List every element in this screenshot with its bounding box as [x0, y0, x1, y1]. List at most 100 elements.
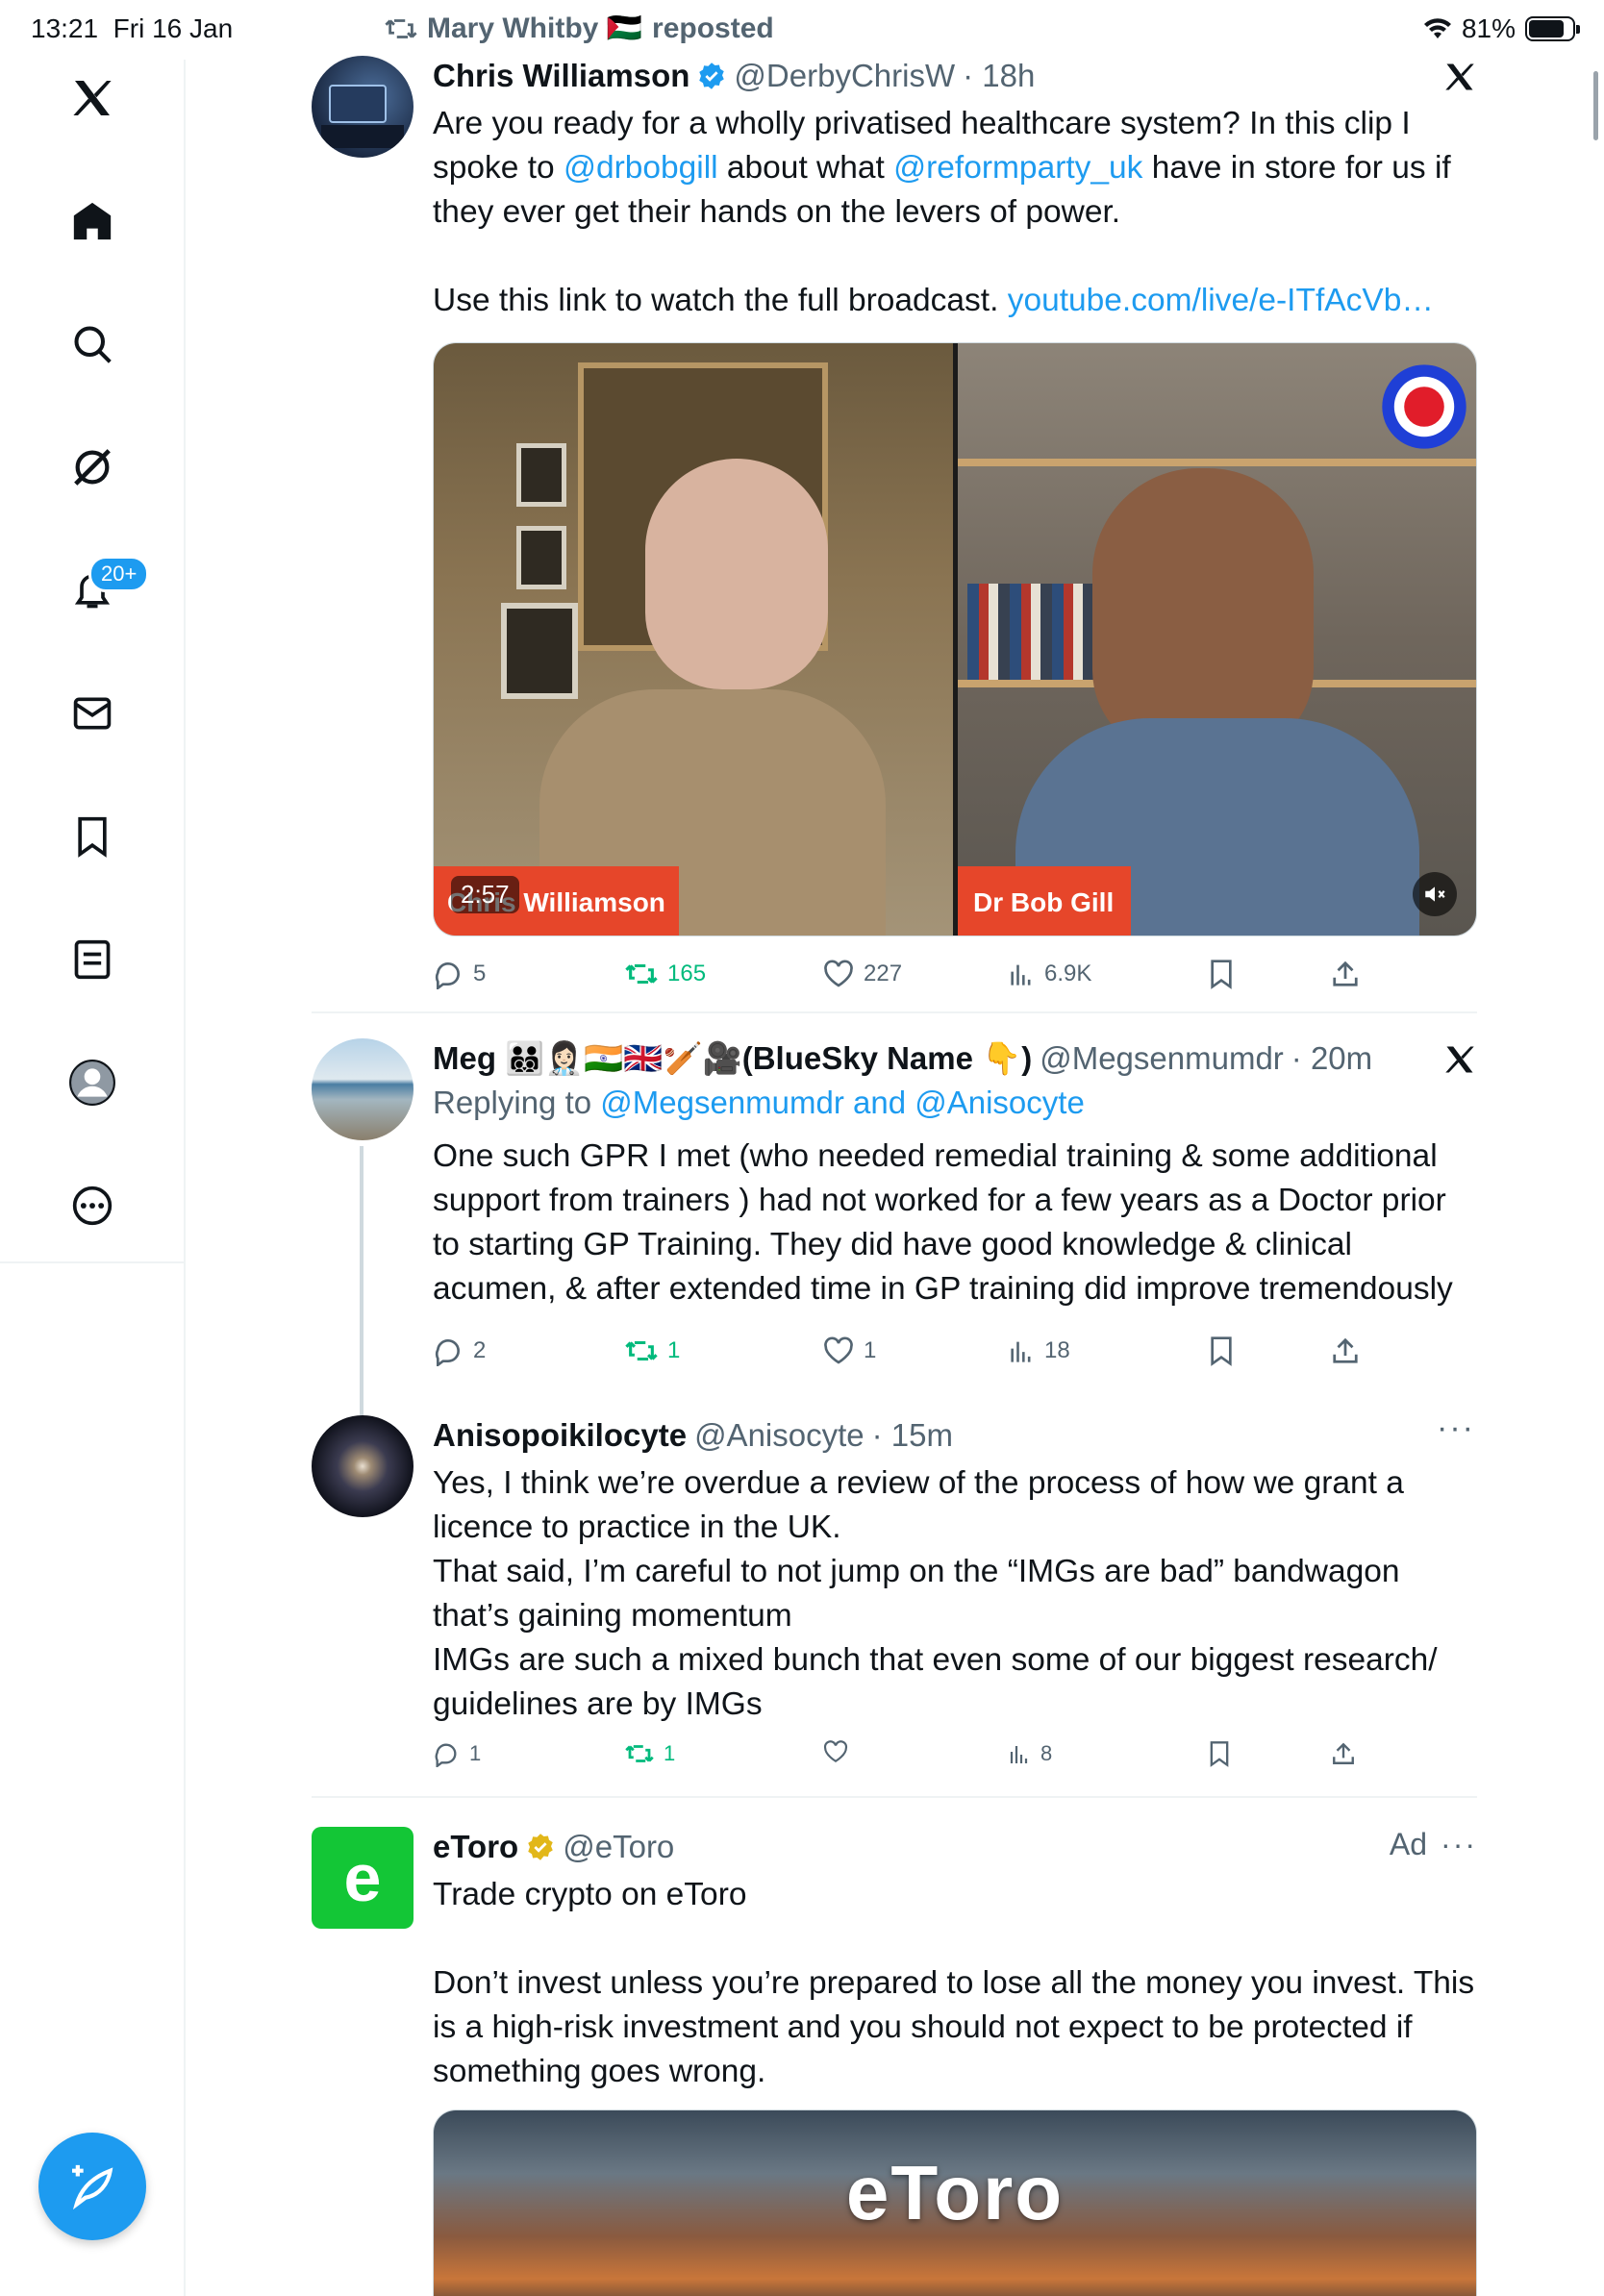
repost-icon: [625, 1340, 658, 1361]
more-options-icon[interactable]: ···: [1441, 1827, 1477, 1862]
tweet-time[interactable]: · 15m: [872, 1415, 953, 1456]
repost-user[interactable]: Mary Whitby 🇵🇸: [427, 12, 642, 45]
lists-icon[interactable]: [54, 921, 131, 998]
x-logo-icon[interactable]: [54, 60, 131, 137]
profile-icon[interactable]: [54, 1044, 131, 1121]
like-button[interactable]: 227: [823, 960, 902, 988]
more-icon[interactable]: [54, 1167, 131, 1244]
author-name[interactable]: Meg 🧑‍🧑‍🧒‍🧒👩🏻‍⚕️🇮🇳🇬🇧🏏🎥(BlueSky Name 👇): [433, 1038, 1032, 1079]
bookmark-button[interactable]: [1208, 1335, 1235, 1366]
muted-speaker-icon: [1425, 886, 1445, 902]
heart-icon: [823, 1740, 848, 1763]
author-name[interactable]: eToro: [433, 1827, 518, 1867]
author-handle[interactable]: @DerbyChrisW: [734, 56, 955, 96]
heart-icon: [824, 1336, 853, 1364]
reply-button[interactable]: 5: [433, 959, 486, 989]
bookmark-button[interactable]: [1208, 1740, 1231, 1767]
repost-button[interactable]: 1: [625, 1336, 680, 1365]
like-button[interactable]: 1: [823, 1336, 876, 1365]
views-chart-icon: [1011, 964, 1031, 986]
tweet-etoro-ad[interactable]: e eToro @eToro Ad ··· Trade crypto on eT…: [312, 1827, 1477, 2296]
ad-label: Ad: [1389, 1827, 1428, 1861]
replying-to-handles[interactable]: @Megsenmumdr and @Anisocyte: [600, 1085, 1085, 1120]
messages-icon[interactable]: [54, 675, 131, 752]
avatar[interactable]: [312, 56, 414, 158]
reply-icon: [435, 961, 460, 989]
battery-icon: [1525, 16, 1580, 41]
tweet-meg[interactable]: Meg 🧑‍🧑‍🧒‍🧒👩🏻‍⚕️🇮🇳🇬🇧🏏🎥(BlueSky Name 👇) @…: [312, 1038, 1477, 1390]
tweet-actions: 5 165 227 6.9K: [433, 950, 1477, 998]
tweet-time[interactable]: · 18h: [963, 56, 1035, 96]
bookmark-icon: [1211, 960, 1232, 989]
repost-button[interactable]: 165: [625, 960, 706, 988]
etoro-logo-icon: e: [343, 1840, 382, 1915]
author-handle[interactable]: @Megsenmumdr: [1040, 1038, 1284, 1079]
tweet-time[interactable]: · 20m: [1291, 1038, 1372, 1079]
youtube-link[interactable]: youtube.com/live/e-ITfAcVb…: [1008, 283, 1434, 318]
tweet-header: eToro @eToro: [433, 1827, 1477, 1867]
status-bar: 13:21 Fri 16 Jan 81%: [0, 0, 1604, 60]
more-options-icon[interactable]: ···: [1437, 1410, 1475, 1447]
views-button[interactable]: 18: [1008, 1337, 1070, 1364]
sidebar-divider: [0, 1261, 186, 1263]
wifi-icon: [1423, 18, 1451, 38]
repost-icon: [625, 963, 658, 985]
author-handle[interactable]: @Anisocyte: [694, 1415, 865, 1456]
tweet-text: One such GPR I met (who needed remedial …: [433, 1138, 1453, 1307]
mention-drbobgill[interactable]: @drbobgill: [564, 150, 718, 186]
bookmark-icon: [1211, 1336, 1232, 1366]
author-name[interactable]: Chris Williamson: [433, 56, 689, 96]
avatar[interactable]: [312, 1415, 414, 1517]
author-handle[interactable]: @eToro: [563, 1827, 674, 1867]
like-button[interactable]: [823, 1740, 848, 1763]
share-icon: [1333, 1337, 1358, 1363]
reply-icon: [435, 1338, 460, 1366]
video-player[interactable]: Chris Williamson 2:57 Dr Bob Gill: [433, 342, 1477, 936]
video-left-panel: Chris Williamson 2:57: [434, 343, 953, 936]
repost-button[interactable]: 1: [625, 1741, 675, 1766]
broadcast-logo-icon: [1382, 364, 1466, 449]
share-button[interactable]: [1331, 1336, 1360, 1365]
ad-image-logo: eToro: [845, 2150, 1065, 2235]
author-name[interactable]: Anisopoikilocyte: [433, 1415, 687, 1456]
repost-banner: Mary Whitby 🇵🇸 reposted: [385, 12, 774, 45]
x-logo-icon: [1445, 1046, 1474, 1073]
share-button[interactable]: [1331, 1741, 1356, 1766]
ad-image[interactable]: eToro: [433, 2109, 1477, 2296]
mention-reformparty[interactable]: @reformparty_uk: [893, 150, 1142, 186]
tweet-text: Are you ready for a wholly privatised he…: [433, 106, 1451, 318]
status-time: 13:21 Fri 16 Jan: [31, 13, 234, 43]
tweet-header: Meg 🧑‍🧑‍🧒‍🧒👩🏻‍⚕️🇮🇳🇬🇧🏏🎥(BlueSky Name 👇) @…: [433, 1038, 1477, 1079]
compose-feather-icon: [72, 2164, 113, 2210]
verified-gold-badge-icon: [528, 1834, 553, 1860]
repost-label: reposted: [652, 12, 774, 44]
video-right-panel: Dr Bob Gill: [958, 343, 1476, 936]
notifications-badge: 20+: [88, 556, 150, 592]
avatar[interactable]: e: [312, 1827, 414, 1929]
views-button[interactable]: 8: [1008, 1741, 1052, 1766]
bookmark-icon: [1210, 1741, 1229, 1767]
sidebar: 20+: [0, 60, 186, 2296]
tweet-text: Yes, I think we’re overdue a review of t…: [433, 1465, 1438, 1722]
reply-button[interactable]: 1: [433, 1740, 481, 1767]
tweet-anisocyte[interactable]: Anisopoikilocyte @Anisocyte · 15m ··· Ye…: [312, 1410, 1477, 1790]
share-icon: [1333, 1742, 1354, 1764]
reply-button[interactable]: 2: [433, 1335, 486, 1366]
search-icon[interactable]: [54, 306, 131, 383]
mute-button[interactable]: [1413, 872, 1457, 916]
views-chart-icon: [1010, 1746, 1028, 1763]
tweet-header: Chris Williamson @DerbyChrisW · 18h: [433, 56, 1477, 96]
bookmark-button[interactable]: [1208, 959, 1235, 989]
home-icon[interactable]: [54, 183, 131, 260]
avatar[interactable]: [312, 1038, 414, 1140]
scrollbar[interactable]: [1593, 71, 1598, 140]
bookmarks-icon[interactable]: [54, 798, 131, 875]
views-button[interactable]: 6.9K: [1008, 961, 1091, 987]
views-chart-icon: [1011, 1341, 1031, 1362]
compose-button[interactable]: [38, 2133, 146, 2240]
battery-percent: 81%: [1461, 13, 1516, 43]
video-duration: 2:57: [451, 876, 519, 913]
grok-icon[interactable]: [54, 429, 131, 506]
share-button[interactable]: [1331, 960, 1360, 988]
tweet-chris-williamson[interactable]: Chris Williamson @DerbyChrisW · 18h Are …: [312, 56, 1477, 1008]
